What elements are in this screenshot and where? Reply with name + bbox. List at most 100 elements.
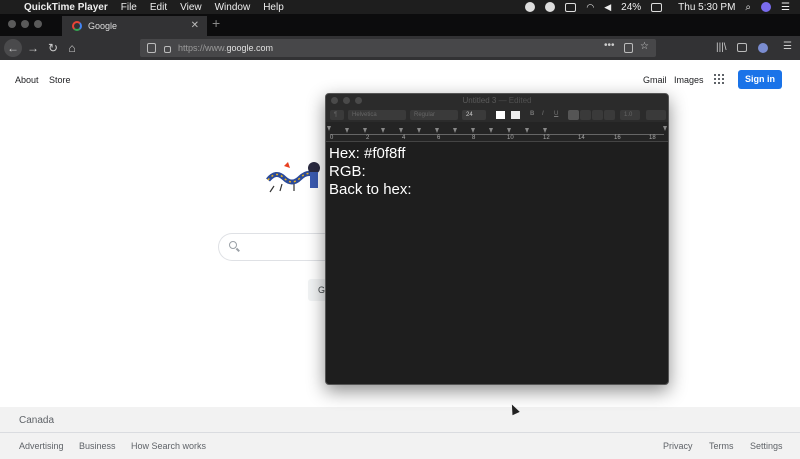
textedit-ruler[interactable]: 0 2 4 6 8 10 12 14 16 18 <box>326 122 668 142</box>
ruler-number: 12 <box>543 135 550 141</box>
ruler-tab-stop[interactable] <box>435 128 439 133</box>
textedit-document-body[interactable]: Hex: #f0f8ff RGB: Back to hex: <box>329 145 412 199</box>
underline-button[interactable]: U <box>554 111 558 117</box>
ruler-tab-stop[interactable] <box>363 128 367 133</box>
paragraph-style-dropdown[interactable]: ¶ <box>330 110 344 120</box>
menu-help[interactable]: Help <box>263 2 284 13</box>
images-link[interactable]: Images <box>674 75 704 85</box>
ruler-number: 0 <box>330 135 334 141</box>
menubar-clock[interactable]: Thu 5:30 PM <box>678 2 735 13</box>
shield-icon[interactable] <box>147 43 156 53</box>
footer-business-link[interactable]: Business <box>79 441 116 451</box>
hamburger-menu-icon[interactable]: ☰ <box>783 41 792 52</box>
ruler-number: 4 <box>402 135 406 141</box>
wifi-icon[interactable]: ◠ <box>586 2 594 13</box>
google-favicon-icon <box>72 21 82 31</box>
address-bar[interactable]: https://www. google.com ••• ☆ <box>140 39 656 57</box>
footer-terms-link[interactable]: Terms <box>709 441 734 451</box>
ruler-tab-stop[interactable] <box>417 128 421 133</box>
align-right-button[interactable] <box>592 110 603 120</box>
menu-edit[interactable]: Edit <box>150 2 167 13</box>
store-link[interactable]: Store <box>49 75 71 85</box>
bold-button[interactable]: B <box>530 111 534 117</box>
reload-button[interactable]: ↻ <box>44 39 62 57</box>
pocket-icon[interactable] <box>624 43 633 53</box>
tab-google[interactable]: Google ✕ <box>62 16 207 36</box>
ruler-tab-stop[interactable] <box>381 128 385 133</box>
document-line[interactable]: Hex: #f0f8ff <box>329 145 412 163</box>
tab-close-icon[interactable]: ✕ <box>191 20 199 31</box>
window-close-button[interactable] <box>8 20 16 28</box>
google-doodle-image[interactable] <box>264 160 326 194</box>
activity-icon[interactable] <box>545 2 556 12</box>
new-tab-button[interactable]: + <box>212 15 220 31</box>
keyboard-icon[interactable] <box>565 2 577 12</box>
page-actions-icon[interactable]: ••• <box>604 40 615 51</box>
align-left-button[interactable] <box>568 110 579 120</box>
home-button[interactable]: ⌂ <box>63 39 81 57</box>
notification-center-icon[interactable]: ☰ <box>781 2 790 13</box>
textedit-close-button[interactable] <box>331 97 338 104</box>
tab-title: Google <box>88 21 118 31</box>
window-zoom-button[interactable] <box>34 20 42 28</box>
ruler-tab-stop[interactable] <box>543 128 547 133</box>
menu-file[interactable]: File <box>121 2 137 13</box>
line-spacing-dropdown[interactable]: 1.0 <box>620 110 640 120</box>
library-icon[interactable]: |||\ <box>716 42 727 53</box>
gmail-link[interactable]: Gmail <box>643 75 667 85</box>
ruler-tab-stop[interactable] <box>345 128 349 133</box>
ruler-number: 2 <box>366 135 370 141</box>
account-icon[interactable] <box>758 43 768 53</box>
list-style-dropdown[interactable] <box>646 110 666 120</box>
spotlight-icon[interactable]: ⌕ <box>745 2 751 13</box>
textedit-minimize-button[interactable] <box>343 97 350 104</box>
footer-settings-link[interactable]: Settings <box>750 441 783 451</box>
footer-how-search-works-link[interactable]: How Search works <box>131 441 206 451</box>
font-style-dropdown[interactable]: Regular <box>410 110 458 120</box>
align-center-button[interactable] <box>580 110 591 120</box>
ruler-tab-stop[interactable] <box>471 128 475 133</box>
menu-app-name[interactable]: QuickTime Player <box>24 2 108 13</box>
document-line[interactable]: Back to hex: <box>329 181 412 199</box>
battery-percent[interactable]: 24% <box>621 2 641 13</box>
text-color-swatch[interactable] <box>496 111 505 119</box>
forward-button[interactable]: → <box>24 39 42 57</box>
stop-recording-icon[interactable] <box>525 2 536 12</box>
ruler-tab-stop[interactable] <box>507 128 511 133</box>
battery-icon[interactable] <box>651 2 663 12</box>
ruler-tab-stop[interactable] <box>399 128 403 133</box>
menu-window[interactable]: Window <box>215 2 251 13</box>
font-family-dropdown[interactable]: Helvetica <box>348 110 406 120</box>
ruler-tab-stop[interactable] <box>525 128 529 133</box>
lock-icon[interactable] <box>164 46 171 53</box>
font-size-dropdown[interactable]: 24 <box>462 110 486 120</box>
google-apps-icon[interactable] <box>714 74 724 84</box>
volume-icon[interactable]: ◀ <box>604 2 611 13</box>
ruler-indent-marker[interactable] <box>327 126 331 131</box>
ruler-right-margin-marker[interactable] <box>663 126 667 131</box>
ruler-number: 6 <box>437 135 441 141</box>
ruler-tab-stop[interactable] <box>489 128 493 133</box>
back-button[interactable]: ← <box>4 39 22 57</box>
background-color-swatch[interactable] <box>511 111 520 119</box>
footer-advertising-link[interactable]: Advertising <box>19 441 64 451</box>
menu-bar: QuickTime Player File Edit View Window H… <box>0 0 800 14</box>
ruler-number: 10 <box>507 135 514 141</box>
about-link[interactable]: About <box>15 75 39 85</box>
menu-view[interactable]: View <box>180 2 202 13</box>
ruler-tab-stop[interactable] <box>453 128 457 133</box>
italic-button[interactable]: I <box>542 111 544 117</box>
search-icon <box>229 241 237 249</box>
tab-bar: Google ✕ + <box>0 14 800 36</box>
textedit-titlebar[interactable]: Untitled 3 — Edited <box>326 94 668 108</box>
sidebar-icon[interactable] <box>737 43 747 52</box>
justify-button[interactable] <box>604 110 615 120</box>
textedit-window[interactable]: Untitled 3 — Edited ¶ Helvetica Regular … <box>325 93 669 385</box>
sign-in-button[interactable]: Sign in <box>738 70 782 89</box>
document-line[interactable]: RGB: <box>329 163 412 181</box>
bookmark-star-icon[interactable]: ☆ <box>640 41 649 52</box>
siri-icon[interactable] <box>761 2 772 12</box>
footer-privacy-link[interactable]: Privacy <box>663 441 693 451</box>
textedit-zoom-button[interactable] <box>355 97 362 104</box>
window-minimize-button[interactable] <box>21 20 29 28</box>
